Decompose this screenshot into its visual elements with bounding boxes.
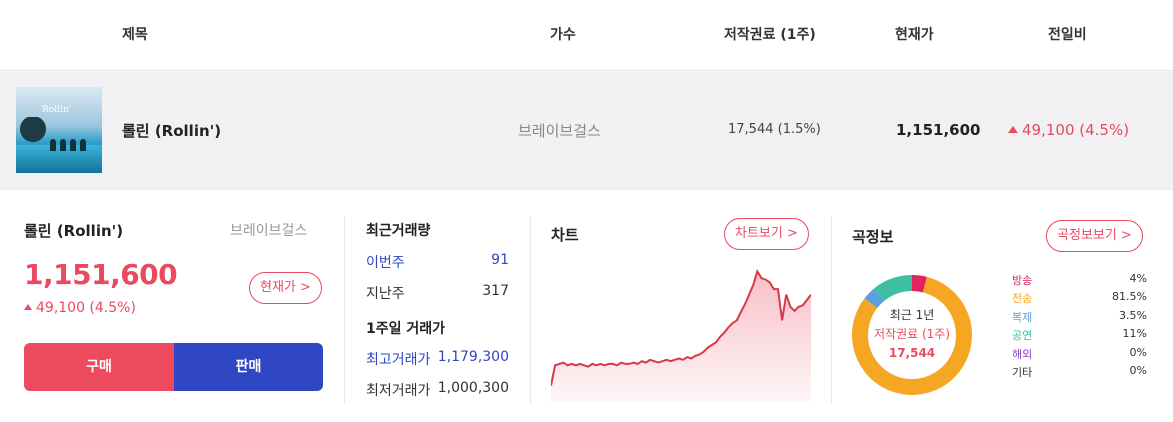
last-week-value: 317 <box>482 283 509 299</box>
buy-button[interactable]: 구매 <box>24 343 174 391</box>
chart-area-fill <box>551 271 811 402</box>
detail-title: 롤린 (Rollin') <box>24 222 124 240</box>
divider <box>831 216 832 404</box>
pool-graphic <box>16 145 102 173</box>
high-price-label: 최고거래가 <box>366 352 431 368</box>
legend-label: 해외 <box>1012 347 1033 361</box>
week-range-heading: 1주일 거래가 <box>366 321 446 337</box>
up-triangle-icon <box>1008 126 1018 133</box>
person-graphic <box>50 139 56 151</box>
detail-panel: 롤린 (Rollin') 브레이브걸스 1,151,600 49,100 (4.… <box>0 189 1173 422</box>
price-chart <box>551 268 811 402</box>
song-change: 49,100 (4.5%) <box>1008 121 1129 139</box>
legend-value: 0% <box>1129 345 1147 359</box>
song-change-value: 49,100 (4.5%) <box>1022 121 1130 139</box>
legend-label: 전송 <box>1012 292 1033 306</box>
view-info-button[interactable]: 곡정보보기 > <box>1046 220 1143 252</box>
col-price-header: 현재가 <box>895 27 934 43</box>
last-week-label: 지난주 <box>366 286 405 302</box>
legend-label: 기타 <box>1012 366 1033 379</box>
detail-price: 1,151,600 <box>24 258 178 291</box>
donut-center-label: 저작권료 (1주) <box>873 327 950 341</box>
legend-value: 81.5% <box>1112 290 1147 304</box>
col-royalty-header: 저작권료 (1주) <box>724 27 816 43</box>
detail-change-value: 49,100 (4.5%) <box>36 300 136 316</box>
detail-artist: 브레이브걸스 <box>230 223 308 239</box>
divider <box>344 216 345 404</box>
divider <box>530 216 531 404</box>
legend-label: 복제 <box>1012 310 1033 324</box>
legend-label: 방송 <box>1012 274 1033 287</box>
chart-title: 차트 <box>551 226 579 244</box>
recent-volume-heading: 최근거래량 <box>366 223 431 239</box>
legend-value: 11% <box>1122 327 1147 341</box>
legend-value: 3.5% <box>1119 308 1147 322</box>
col-title-header: 제목 <box>122 27 148 43</box>
view-chart-button[interactable]: 차트보기 > <box>724 218 809 250</box>
person-graphic <box>70 139 76 151</box>
sell-button[interactable]: 판매 <box>174 343 323 391</box>
this-week-label: 이번주 <box>366 255 405 271</box>
donut-center: 최근 1년 저작권료 (1주) 17,544 <box>852 306 972 363</box>
legend-label: 공연 <box>1012 329 1033 343</box>
donut-center-period: 최근 1년 <box>889 308 935 322</box>
col-change-header: 전일비 <box>1048 27 1087 43</box>
donut-slice-방송 <box>911 275 927 293</box>
low-price-label: 최저거래가 <box>366 383 431 399</box>
high-price-value: 1,179,300 <box>437 349 509 365</box>
legend-value: 0% <box>1129 364 1147 377</box>
donut-slice-공연 <box>873 275 913 302</box>
song-artist: 브레이브걸스 <box>518 122 601 140</box>
donut-center-value: 17,544 <box>888 346 936 360</box>
person-graphic <box>60 139 66 151</box>
table-row[interactable]: Rollin' 롤린 (Rollin') 브레이브걸스 17,544 (1.5%… <box>0 72 1173 189</box>
donut-slice-복제 <box>864 288 885 309</box>
current-price-button[interactable]: 현재가 > <box>249 272 322 304</box>
low-price-value: 1,000,300 <box>437 380 509 396</box>
album-logo: Rollin' <box>42 105 72 115</box>
this-week-value: 91 <box>491 252 509 268</box>
table-header: 제목 가수 저작권료 (1주) 현재가 전일비 <box>0 0 1173 71</box>
up-triangle-icon <box>24 304 32 310</box>
person-graphic <box>80 139 86 151</box>
song-price: 1,151,600 <box>896 121 981 139</box>
album-cover[interactable]: Rollin' <box>16 87 102 173</box>
song-title[interactable]: 롤린 (Rollin') <box>122 120 221 141</box>
legend-value: 4% <box>1129 272 1147 285</box>
col-artist-header: 가수 <box>550 27 576 43</box>
info-title: 곡정보 <box>852 228 894 246</box>
song-royalty: 17,544 (1.5%) <box>728 122 821 137</box>
detail-change: 49,100 (4.5%) <box>24 300 136 316</box>
